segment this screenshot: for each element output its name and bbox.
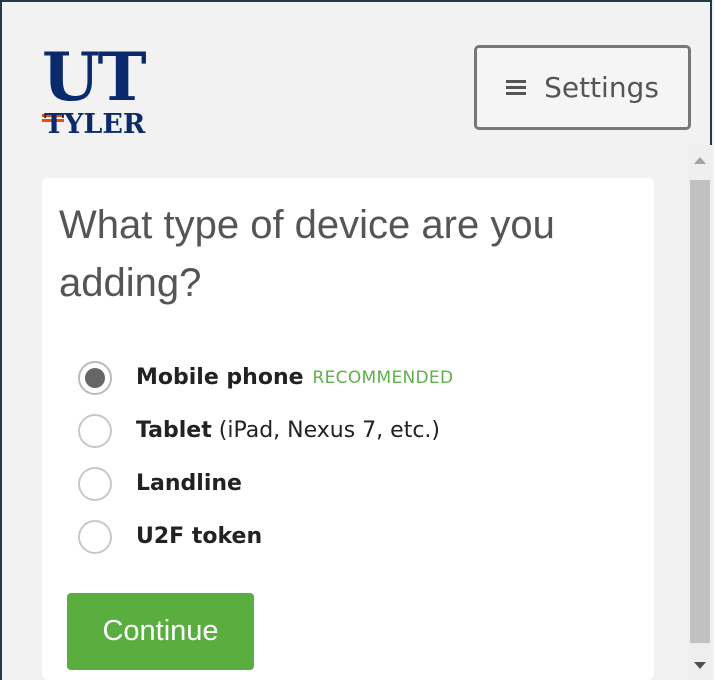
- radio-landline[interactable]: [78, 466, 112, 501]
- hamburger-icon: [506, 79, 527, 96]
- option-u2f-token[interactable]: U2F token: [78, 510, 453, 563]
- logo-tyler-text: TYLER: [44, 109, 146, 140]
- option-tablet[interactable]: Tablet (iPad, Nexus 7, etc.): [78, 404, 453, 457]
- option-detail: (iPad, Nexus 7, etc.): [218, 418, 440, 443]
- radio-tablet[interactable]: [78, 413, 112, 448]
- continue-button[interactable]: Continue: [67, 593, 254, 670]
- vertical-scrollbar[interactable]: [688, 145, 712, 680]
- option-label: Landline: [136, 471, 242, 496]
- option-label: Mobile phone: [136, 365, 304, 390]
- scroll-down-arrow-icon[interactable]: [694, 662, 706, 669]
- recommended-badge: RECOMMENDED: [312, 367, 454, 388]
- settings-label: Settings: [544, 71, 659, 104]
- radio-mobile-phone[interactable]: [78, 360, 112, 395]
- scrollbar-thumb[interactable]: [690, 180, 710, 643]
- settings-button[interactable]: Settings: [474, 45, 691, 130]
- option-mobile-phone[interactable]: Mobile phone RECOMMENDED: [78, 351, 453, 404]
- scroll-up-arrow-icon[interactable]: [694, 157, 706, 164]
- device-type-card: What type of device are you adding? Mobi…: [42, 178, 654, 680]
- radio-u2f-token[interactable]: [78, 519, 112, 554]
- option-label: U2F token: [136, 524, 263, 549]
- page-title: What type of device are you adding?: [59, 203, 555, 305]
- logo-ut-text: UT: [42, 38, 147, 116]
- option-label: Tablet: [136, 418, 212, 443]
- device-type-options: Mobile phone RECOMMENDED Tablet (iPad, N…: [78, 351, 453, 563]
- option-landline[interactable]: Landline: [78, 457, 453, 510]
- ut-tyler-logo: UT TYLER: [42, 42, 172, 143]
